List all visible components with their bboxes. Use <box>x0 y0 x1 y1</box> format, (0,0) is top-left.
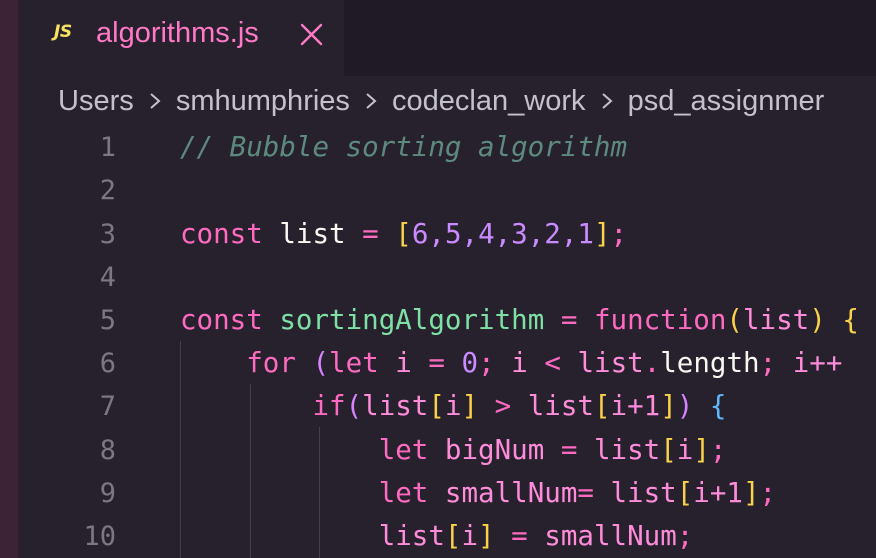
identifier: i <box>676 434 694 466</box>
code-line-5: const sortingAlgorithm = function(list) … <box>180 299 859 342</box>
code-editor[interactable]: 1 2 3 4 5 6 7 8 9 10 // Bubble sorting a… <box>18 126 876 558</box>
operator: = <box>560 304 578 336</box>
breadcrumb-item-smhumphries[interactable]: smhumphries <box>176 85 350 118</box>
keyword: for <box>246 347 296 379</box>
code-line-3: const list = [6,5,4,3,2,1]; <box>180 213 627 256</box>
operator: > <box>494 390 512 422</box>
punctuation: ; <box>759 477 777 509</box>
bracket: [ <box>660 434 677 466</box>
chevron-right-icon <box>360 86 382 116</box>
operator: = <box>511 520 528 552</box>
code-line-9: let smallNum= list[i+1]; <box>180 472 776 515</box>
property: length <box>660 347 760 379</box>
bracket: ] <box>693 434 710 466</box>
breadcrumb-item-codeclan-work[interactable]: codeclan_work <box>392 85 585 118</box>
breadcrumb-item-psd-assignment[interactable]: psd_assignmer <box>628 85 825 118</box>
bracket: [ <box>428 390 445 422</box>
activity-bar <box>0 0 18 558</box>
identifier: list <box>577 347 644 379</box>
line-number: 3 <box>99 219 116 250</box>
identifier: list <box>362 390 429 422</box>
identifier: i <box>461 520 479 552</box>
number-literals: 6,5,4,3,2,1 <box>411 218 594 250</box>
keyword: let <box>329 347 379 379</box>
breadcrumb: Users smhumphries codeclan_work psd_assi… <box>58 84 876 124</box>
bracket: ] <box>742 477 760 509</box>
code-line-6: for (let i = 0; i < list.length; i++ <box>180 342 842 385</box>
line-number: 7 <box>99 391 116 422</box>
operator: < <box>544 347 561 379</box>
punctuation: ; <box>759 347 777 379</box>
bracket: ] <box>461 390 479 422</box>
code-line-1: // Bubble sorting algorithm <box>180 126 627 169</box>
keyword: const <box>180 304 263 336</box>
bracket: ( <box>312 347 330 379</box>
tab-algorithms-js[interactable]: JS algorithms.js <box>18 0 344 76</box>
identifier: list <box>610 477 677 509</box>
brace: { <box>825 304 859 336</box>
line-number: 2 <box>99 175 116 206</box>
chevron-right-icon <box>144 86 166 116</box>
code-line-7: if(list[i] > list[i+1]) { <box>180 385 726 428</box>
punctuation: ; <box>610 218 628 250</box>
identifier: list <box>378 520 445 552</box>
bracket: ) <box>809 304 826 336</box>
line-number: 1 <box>99 132 116 163</box>
keyword: let <box>378 477 429 509</box>
bracket: ] <box>478 520 495 552</box>
code-line-8: let bigNum = list[i]; <box>180 429 727 472</box>
operator: = <box>362 218 379 250</box>
bracket: ] <box>593 218 611 250</box>
javascript-file-icon: JS <box>54 22 72 42</box>
punctuation: . <box>643 347 661 379</box>
identifier: i+1 <box>610 390 661 422</box>
code-line-10: list[i] = smallNum; <box>180 515 694 558</box>
line-number: 5 <box>99 305 116 336</box>
breadcrumb-item-users[interactable]: Users <box>58 85 134 118</box>
keyword: let <box>378 434 429 466</box>
bracket: [ <box>593 390 611 422</box>
keyword: function <box>593 304 727 336</box>
bracket: [ <box>444 520 462 552</box>
line-number: 4 <box>99 262 116 293</box>
identifier: list <box>527 390 594 422</box>
close-icon[interactable] <box>298 20 326 48</box>
identifier: i <box>511 347 528 379</box>
identifier: list <box>279 218 346 250</box>
punctuation: ; <box>676 520 694 552</box>
bracket: ) <box>676 390 694 422</box>
punctuation: ; <box>709 434 727 466</box>
parameter: list <box>742 304 810 336</box>
identifier: i+1 <box>693 477 743 509</box>
identifier: bigNum <box>444 434 545 466</box>
bracket: ] <box>660 390 677 422</box>
number: 0 <box>461 347 479 379</box>
bracket: ( <box>726 304 743 336</box>
operator: = <box>428 347 445 379</box>
keyword: if <box>312 390 346 422</box>
function-name: sortingAlgorithm <box>279 304 545 336</box>
line-number: 10 <box>83 521 116 552</box>
chevron-right-icon <box>596 86 618 116</box>
line-number: 6 <box>99 348 116 379</box>
identifier: list <box>593 434 661 466</box>
operator: = <box>560 434 578 466</box>
bracket: [ <box>676 477 694 509</box>
identifier: i <box>444 390 462 422</box>
keyword: const <box>180 218 263 250</box>
identifier: i++ <box>792 347 843 379</box>
bracket: ( <box>345 390 363 422</box>
identifier: i <box>395 347 412 379</box>
brace: { <box>709 390 727 422</box>
tab-label: algorithms.js <box>96 17 259 49</box>
identifier: smallNum <box>444 477 578 509</box>
bracket: [ <box>395 218 412 250</box>
line-number: 9 <box>99 478 116 509</box>
punctuation: ; <box>478 347 495 379</box>
comment: // Bubble sorting algorithm <box>180 131 628 163</box>
operator: = <box>577 477 594 509</box>
identifier: smallNum <box>544 520 677 552</box>
line-number: 8 <box>99 435 116 466</box>
